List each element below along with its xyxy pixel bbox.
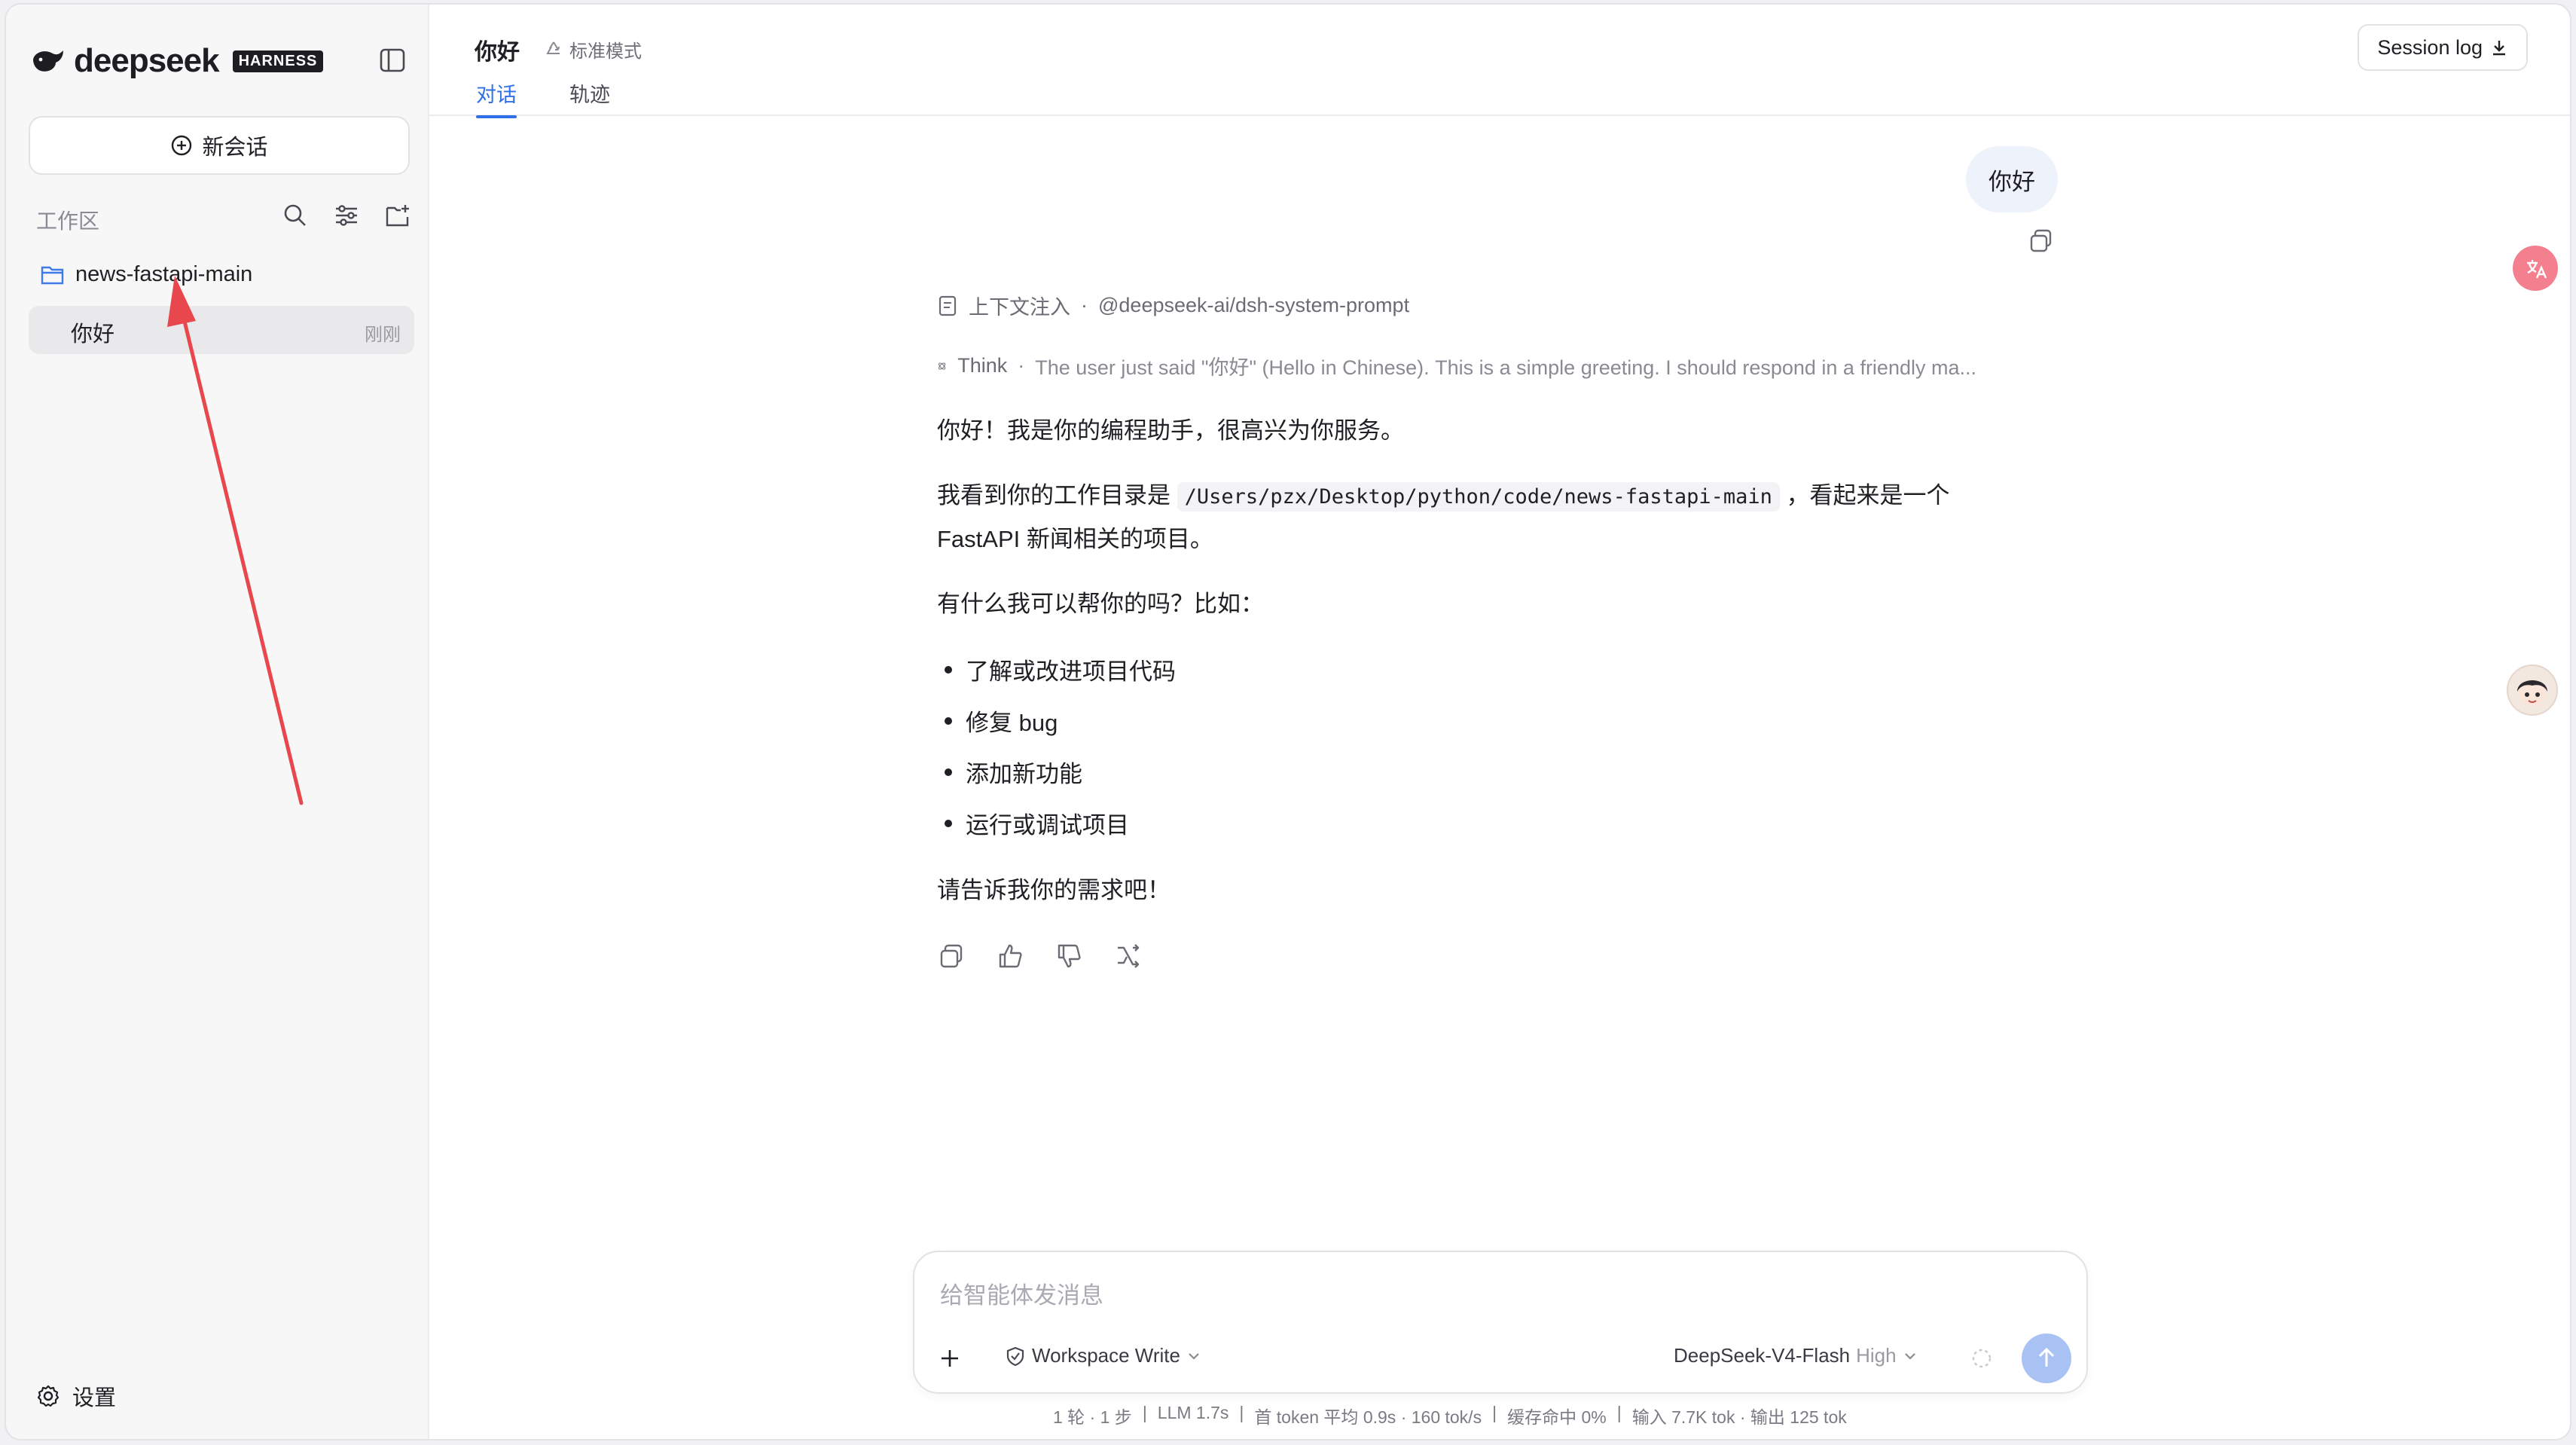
settings-label: 设置 [72, 1386, 117, 1410]
list-item: 了解或改进项目代码 [939, 652, 1176, 686]
list-item: 添加新功能 [939, 755, 1082, 789]
arrow-up-icon [2038, 1347, 2055, 1367]
whale-logo-icon [33, 50, 63, 72]
workspace-folder[interactable]: news-fastapi-main [41, 262, 252, 287]
reply-text: 我看到你的工作目录是 [937, 482, 1170, 509]
think-label: Think [957, 354, 1008, 377]
stat-llm: LLM 1.7s [1157, 1403, 1229, 1422]
settings-button[interactable]: 设置 [36, 1380, 116, 1412]
stat-cache: 缓存命中 0% [1507, 1407, 1607, 1427]
divider: | [1239, 1403, 1244, 1422]
topbar: 你好 标准模式 对话 轨迹 Session log [429, 5, 2570, 118]
inline-code-path: /Users/pzx/Desktop/python/code/news-fast… [1177, 482, 1780, 512]
tab-chat[interactable]: 对话 [476, 78, 517, 118]
workspace-tools [282, 202, 411, 229]
shield-icon [1006, 1346, 1024, 1366]
branch-icon[interactable] [1113, 942, 1142, 970]
avatar-icon [2517, 680, 2547, 707]
document-icon [939, 295, 957, 316]
run-stats: 1 轮 · 1 步 | LLM 1.7s | 首 token 平均 0.9s ·… [1053, 1403, 1847, 1428]
brand-name: deepseek [74, 42, 220, 79]
harness-badge: HARNESS [232, 50, 324, 72]
reply-paragraph-3: 有什么我可以帮你的吗？比如： [937, 591, 1264, 617]
list-item: 修复 bug [939, 704, 1058, 738]
message-composer: 给智能体发消息 Workspace Write DeepSeek-V4-Flas [913, 1251, 2088, 1394]
sidebar-toggle-icon[interactable] [378, 47, 408, 74]
model-selector[interactable]: DeepSeek-V4-Flash High [1674, 1344, 1918, 1367]
reply-paragraph-2: 我看到你的工作目录是 /Users/pzx/Desktop/python/cod… [937, 475, 1976, 561]
reply-paragraph-4: 请告诉我你的需求吧！ [937, 877, 1170, 903]
permission-label: Workspace Write [1032, 1344, 1180, 1367]
translate-float-icon[interactable] [2513, 246, 2558, 291]
message-actions [937, 942, 1142, 970]
plus-circle-icon [172, 135, 192, 156]
reasoning-level: High [1856, 1344, 1897, 1367]
think-icon [939, 362, 946, 370]
gear-icon [37, 1385, 60, 1407]
list-item-text: 添加新功能 [966, 761, 1082, 787]
chevron-down-icon [1904, 1352, 1915, 1360]
list-item-text: 修复 bug [966, 710, 1058, 736]
divider: | [1492, 1403, 1497, 1422]
tab-trace[interactable]: 轨迹 [569, 78, 610, 108]
dot-separator: · [1018, 354, 1025, 377]
plus-icon [942, 1350, 958, 1367]
recycle-icon [546, 41, 560, 54]
session-log-button[interactable]: Session log [2358, 24, 2528, 71]
session-log-label: Session log [2377, 35, 2483, 59]
logo: deepseek HARNESS [30, 42, 324, 80]
loading-spinner-icon [1972, 1349, 1992, 1368]
context-injection-line[interactable]: 上下文注入 · @deepseek-ai/dsh-system-prompt [937, 291, 1409, 320]
stat-io: 输入 7.7K tok · 输出 125 tok [1631, 1407, 1847, 1427]
filter-icon[interactable] [333, 202, 360, 229]
sidebar: deepseek HARNESS 新会话 工作区 news-fastapi-ma… [6, 5, 429, 1439]
copy-icon[interactable] [2028, 228, 2055, 255]
main-panel: 你好 标准模式 对话 轨迹 Session log 你好 上下文注入 · @de… [429, 5, 2570, 1439]
dot-separator: · [1081, 294, 1088, 316]
divider: | [1616, 1403, 1622, 1422]
divider: | [1142, 1403, 1147, 1422]
new-chat-button[interactable]: 新会话 [29, 116, 410, 175]
workspace-label: 工作区 [36, 209, 100, 233]
context-label: 上下文注入 [969, 296, 1070, 319]
session-time: 刚刚 [365, 325, 401, 345]
user-message-bubble: 你好 [1966, 146, 2058, 212]
attach-button[interactable] [926, 1335, 973, 1382]
thumbs-up-icon[interactable] [996, 942, 1024, 970]
user-message-text: 你好 [1988, 168, 2035, 195]
new-folder-icon[interactable] [384, 202, 411, 229]
stat-token: 首 token 平均 0.9s · 160 tok/s [1254, 1407, 1482, 1427]
send-button[interactable] [2022, 1333, 2071, 1383]
session-title: 你好 [71, 322, 115, 347]
folder-name: news-fastapi-main [75, 262, 253, 286]
context-source: @deepseek-ai/dsh-system-prompt [1098, 294, 1410, 316]
think-line[interactable]: Think · The user just said "你好" (Hello i… [937, 351, 1976, 380]
think-text: The user just said "你好" (Hello in Chines… [1035, 356, 1976, 379]
translate-icon [2527, 260, 2547, 279]
folder-icon [41, 266, 64, 284]
page-title: 你好 [475, 40, 520, 65]
chevron-down-icon [1189, 1352, 1199, 1360]
mode-indicator[interactable]: 标准模式 [544, 36, 642, 63]
avatar[interactable] [2507, 664, 2558, 716]
message-input[interactable]: 给智能体发消息 [940, 1276, 1103, 1310]
reply-paragraph-1: 你好！我是你的编程助手，很高兴为你服务。 [937, 417, 1404, 444]
stat-turns: 1 轮 · 1 步 [1053, 1407, 1132, 1427]
reply-text: FastAPI 新闻相关的项目。 [937, 526, 1213, 552]
app-window: deepseek HARNESS 新会话 工作区 news-fastapi-ma… [5, 3, 2571, 1440]
copy-icon[interactable] [937, 942, 966, 970]
new-chat-label: 新会话 [202, 136, 268, 160]
list-item: 运行或调试项目 [939, 806, 1129, 840]
reply-text: ，看起来是一个 [1786, 482, 1950, 509]
thumbs-down-icon[interactable] [1055, 942, 1083, 970]
mode-label: 标准模式 [569, 41, 642, 62]
session-item[interactable]: 你好 刚刚 [29, 306, 414, 354]
model-name: DeepSeek-V4-Flash [1674, 1344, 1851, 1367]
download-icon [2493, 41, 2505, 56]
list-item-text: 了解或改进项目代码 [966, 658, 1176, 685]
permission-selector[interactable]: Workspace Write [1005, 1344, 1201, 1367]
search-icon[interactable] [282, 202, 309, 229]
list-item-text: 运行或调试项目 [966, 812, 1129, 839]
